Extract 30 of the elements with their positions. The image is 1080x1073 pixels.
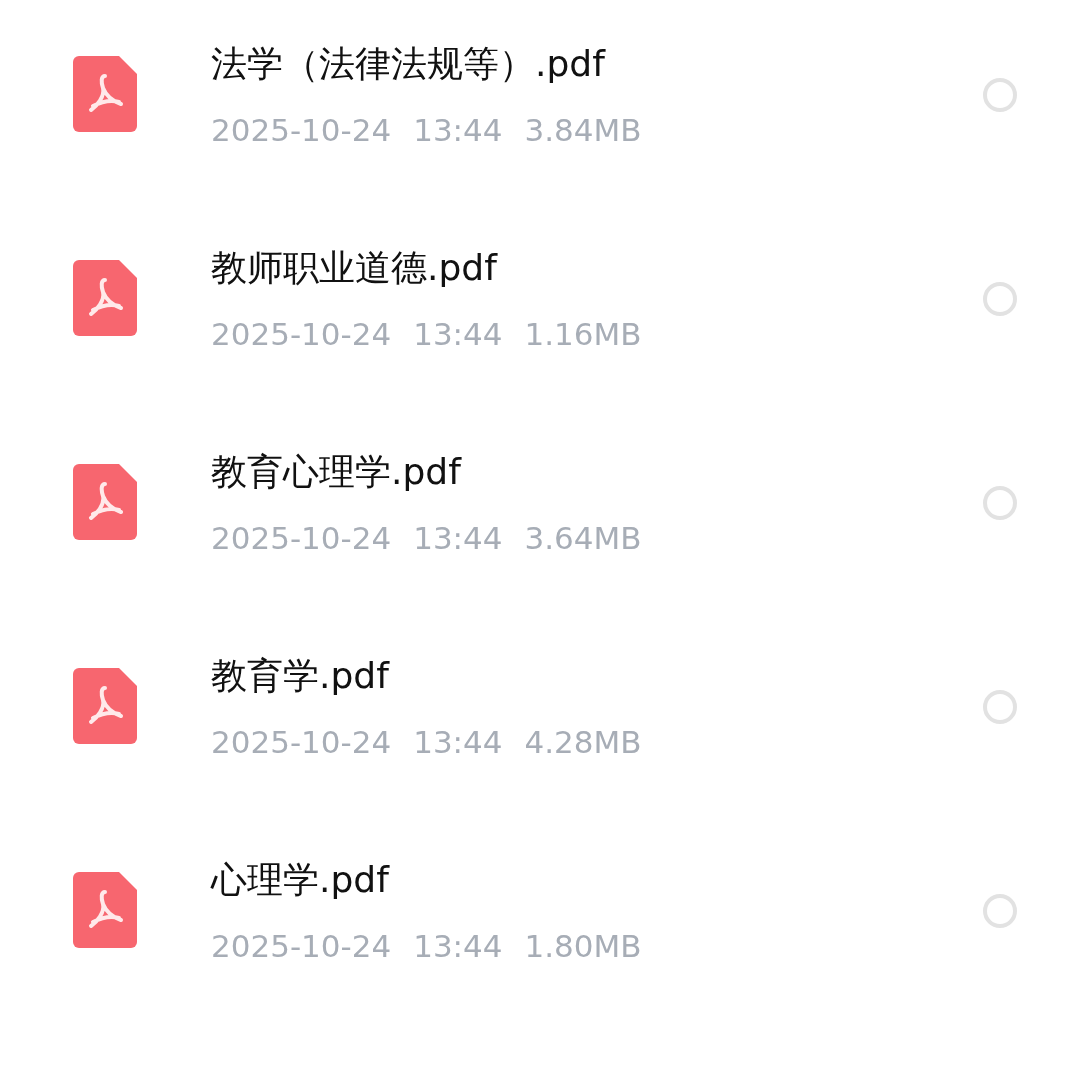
file-name: 法学（法律法规等）.pdf [211,42,607,86]
file-size: 3.84MB [524,111,642,150]
file-time: 13:44 [413,315,503,354]
pdf-file-icon [73,56,137,132]
select-radio[interactable] [983,78,1017,112]
select-radio[interactable] [983,282,1017,316]
file-date: 2025-10-24 [211,723,392,762]
select-radio[interactable] [983,894,1017,928]
pdf-file-icon [73,668,137,744]
file-name: 心理学.pdf [211,858,391,902]
file-time: 13:44 [413,519,503,558]
file-size: 1.16MB [524,315,642,354]
file-time: 13:44 [413,723,503,762]
file-name: 教育心理学.pdf [211,450,463,494]
file-time: 13:44 [413,927,503,966]
file-name: 教师职业道德.pdf [211,246,499,290]
file-size: 1.80MB [524,927,642,966]
select-radio[interactable] [983,690,1017,724]
file-name: 教育学.pdf [211,654,391,698]
file-date: 2025-10-24 [211,111,392,150]
file-date: 2025-10-24 [211,315,392,354]
pdf-file-icon [73,464,137,540]
file-date: 2025-10-24 [211,519,392,558]
file-size: 3.64MB [524,519,642,558]
select-radio[interactable] [983,486,1017,520]
pdf-file-icon [73,872,137,948]
pdf-file-icon [73,260,137,336]
file-time: 13:44 [413,111,503,150]
file-date: 2025-10-24 [211,927,392,966]
file-size: 4.28MB [524,723,642,762]
